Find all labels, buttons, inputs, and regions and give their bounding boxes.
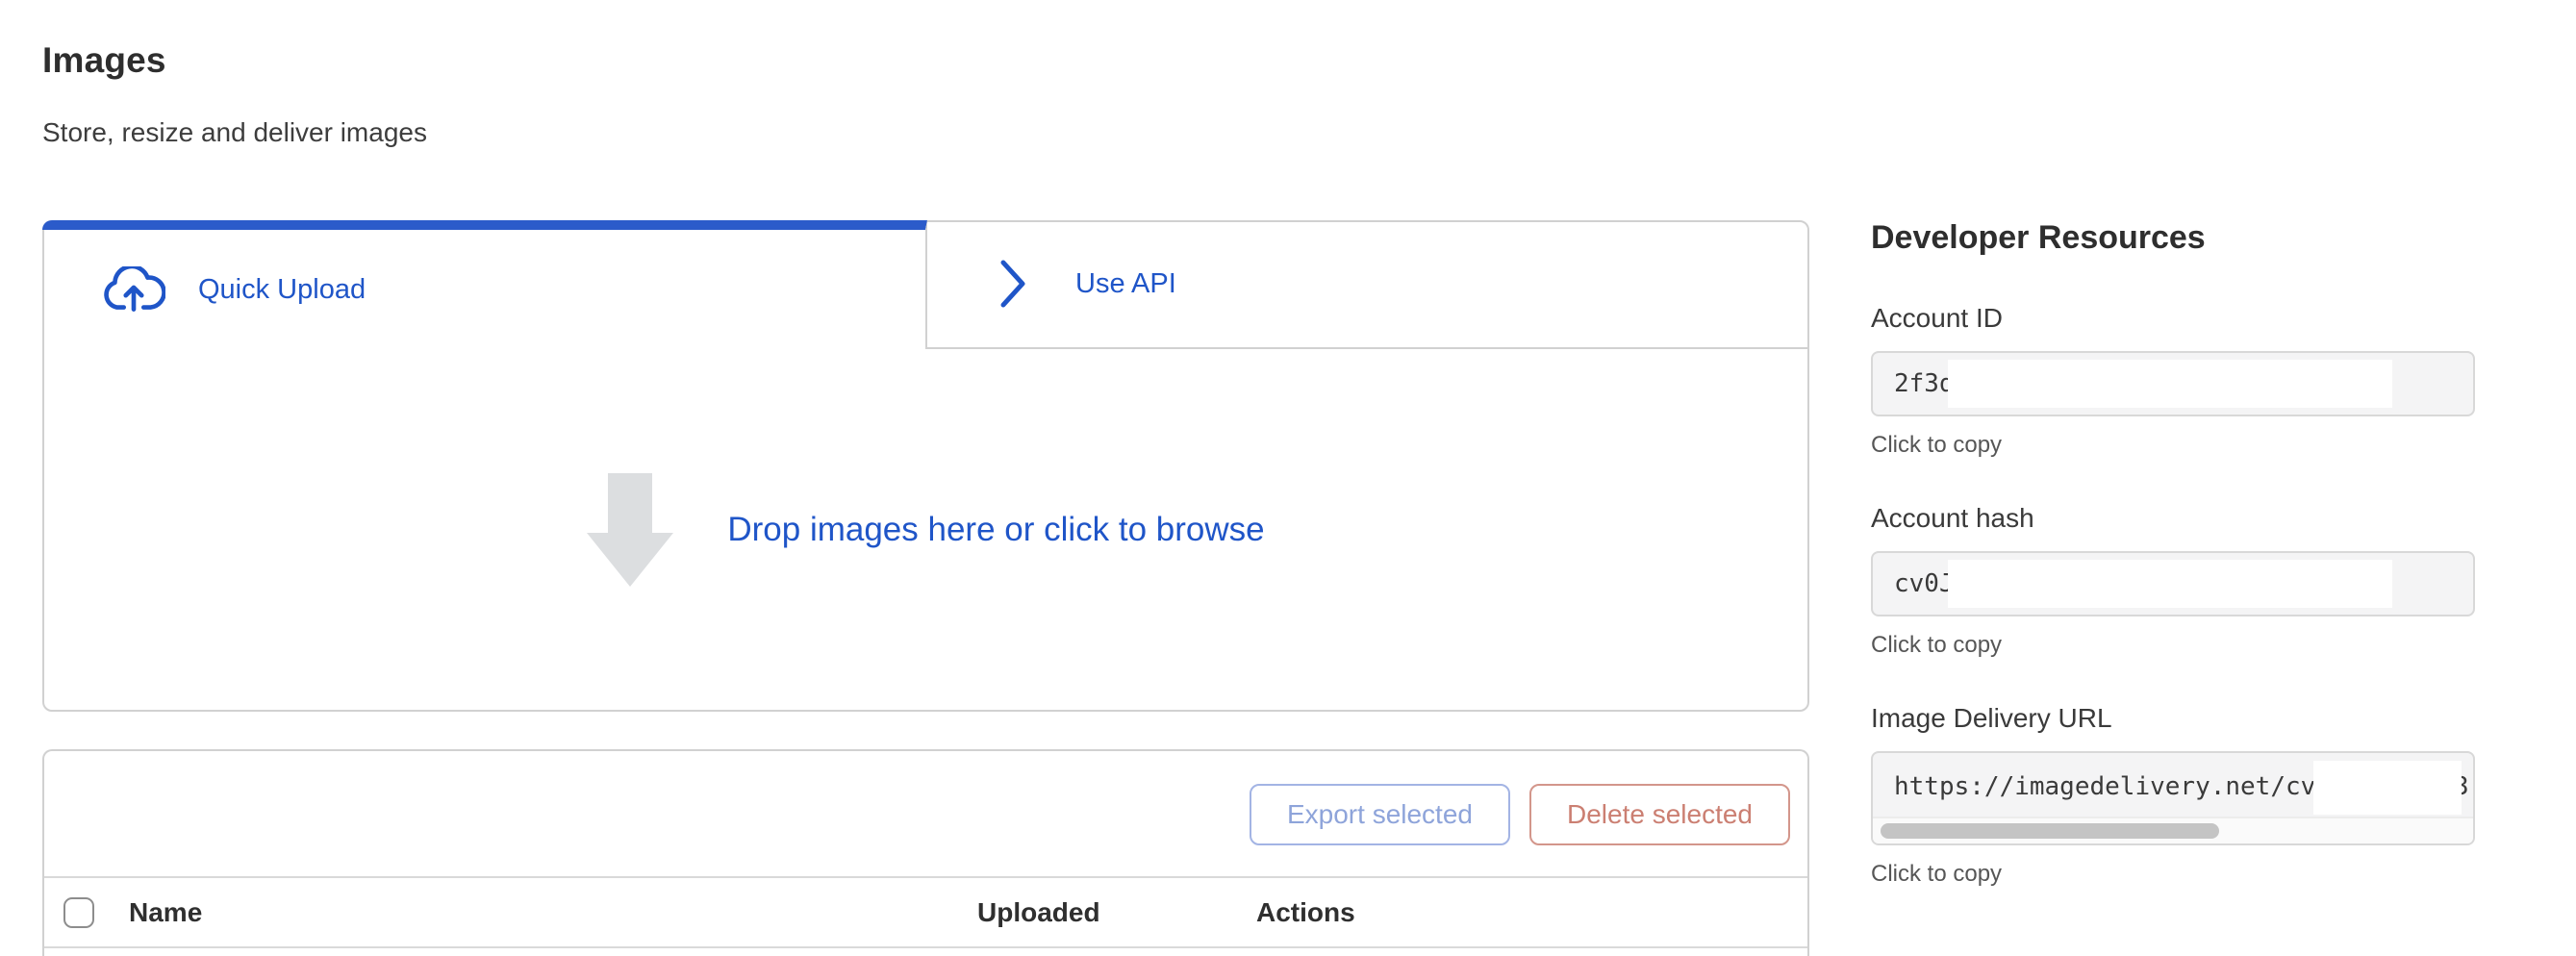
image-delivery-url-copy-field[interactable]: https://imagedelivery.net/cv0JSj 3 <box>1871 751 2475 845</box>
down-arrow-icon <box>587 473 673 587</box>
developer-resources-title: Developer Resources <box>1871 219 2475 257</box>
tab-use-api-label: Use API <box>1075 268 1176 300</box>
account-id-value: 2f3d <box>1894 353 1955 415</box>
cloud-upload-icon <box>102 266 165 313</box>
column-header-actions: Actions <box>1256 897 1807 928</box>
delete-selected-button[interactable]: Delete selected <box>1529 784 1790 845</box>
account-id-copy-field[interactable]: 2f3d <box>1871 351 2475 416</box>
account-hash-redaction <box>1948 560 2392 608</box>
account-id-redaction <box>1948 360 2392 408</box>
chevron-right-icon <box>997 258 1029 310</box>
account-hash-copy-field[interactable]: cv0J <box>1871 551 2475 616</box>
account-id-copy-helper: Click to copy <box>1871 432 2475 459</box>
table-header-row: Name Uploaded Actions <box>44 876 1807 948</box>
tab-quick-upload[interactable]: Quick Upload <box>42 220 927 349</box>
upload-card: Quick Upload Use API Drop images here or… <box>42 220 1809 712</box>
account-hash-value: cv0J <box>1894 553 1955 615</box>
horizontal-scrollbar-thumb[interactable] <box>1881 823 2219 839</box>
column-header-name-label: Name <box>129 897 202 928</box>
tab-bar: Quick Upload Use API <box>44 222 1807 349</box>
account-id-label: Account ID <box>1871 303 2475 334</box>
dropzone-label: Drop images here or click to browse <box>727 511 1264 549</box>
column-header-uploaded: Uploaded <box>977 897 1256 928</box>
developer-resources-panel: Developer Resources Account ID 2f3d Clic… <box>1871 219 2475 888</box>
account-hash-label: Account hash <box>1871 503 2475 534</box>
image-delivery-url-value: https://imagedelivery.net/cv0JSj <box>1894 753 2376 820</box>
page-subtitle: Store, resize and deliver images <box>42 117 427 148</box>
image-delivery-url-label: Image Delivery URL <box>1871 703 2475 734</box>
image-delivery-url-copy-helper: Click to copy <box>1871 861 2475 888</box>
export-selected-button[interactable]: Export selected <box>1250 784 1510 845</box>
image-dropzone[interactable]: Drop images here or click to browse <box>44 349 1807 710</box>
column-header-name: Name <box>44 897 977 928</box>
image-delivery-url-redaction <box>2313 761 2462 815</box>
account-hash-copy-helper: Click to copy <box>1871 632 2475 659</box>
page-title: Images <box>42 40 166 81</box>
horizontal-scrollbar-track[interactable] <box>1873 817 2473 843</box>
table-actions-row: Export selected Delete selected <box>44 751 1807 876</box>
tab-use-api[interactable]: Use API <box>927 220 1809 349</box>
select-all-checkbox[interactable] <box>63 897 94 928</box>
images-table-card: Export selected Delete selected Name Upl… <box>42 749 1809 956</box>
tab-quick-upload-label: Quick Upload <box>198 274 366 306</box>
